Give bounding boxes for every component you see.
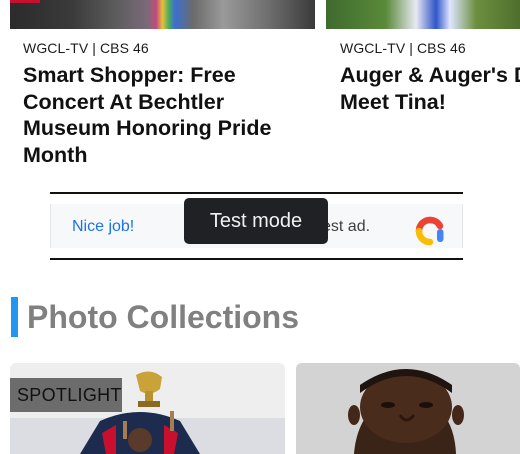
- headline-line: Auger & Auger's D: [340, 63, 520, 87]
- news-source: WGCL-TV | CBS 46: [340, 40, 466, 56]
- news-card[interactable]: WGCL-TV | CBS 46 Smart Shopper: Free Con…: [10, 0, 315, 168]
- test-mode-toast: Test mode: [184, 198, 328, 244]
- news-source: WGCL-TV | CBS 46: [23, 40, 149, 56]
- news-headline[interactable]: Auger & Auger's D Meet Tina!: [340, 62, 520, 115]
- photo-collection-card[interactable]: SPOTLIGHT: [10, 363, 285, 454]
- news-thumbnail[interactable]: [326, 0, 520, 29]
- news-thumbnail[interactable]: [10, 0, 315, 29]
- ad-text-nice-job: Nice job!: [72, 218, 135, 235]
- headline-line: Concert At Bechtler: [23, 89, 225, 114]
- portrait-photo: [296, 363, 520, 454]
- spotlight-badge: SPOTLIGHT: [10, 378, 122, 412]
- ad-text-test-ad: est ad.: [322, 218, 371, 235]
- headline-line: Meet Tina!: [340, 89, 446, 114]
- news-card[interactable]: WGCL-TV | CBS 46 Auger & Auger's D Meet …: [326, 0, 520, 115]
- section-accent-bar: [11, 297, 18, 337]
- toast-text: Test mode: [209, 209, 303, 232]
- headline-line: Smart Shopper: Free: [23, 63, 236, 87]
- section-title: Photo Collections: [27, 299, 299, 335]
- headline-line: Museum Honoring Pride: [23, 116, 272, 140]
- news-headline[interactable]: Smart Shopper: Free Concert At Bechtler …: [23, 62, 315, 168]
- thumbnail-accent: [10, 0, 40, 3]
- google-ads-logo-icon: [415, 216, 444, 246]
- headline-line: Month: [23, 142, 88, 167]
- photo-collection-card[interactable]: [296, 363, 520, 454]
